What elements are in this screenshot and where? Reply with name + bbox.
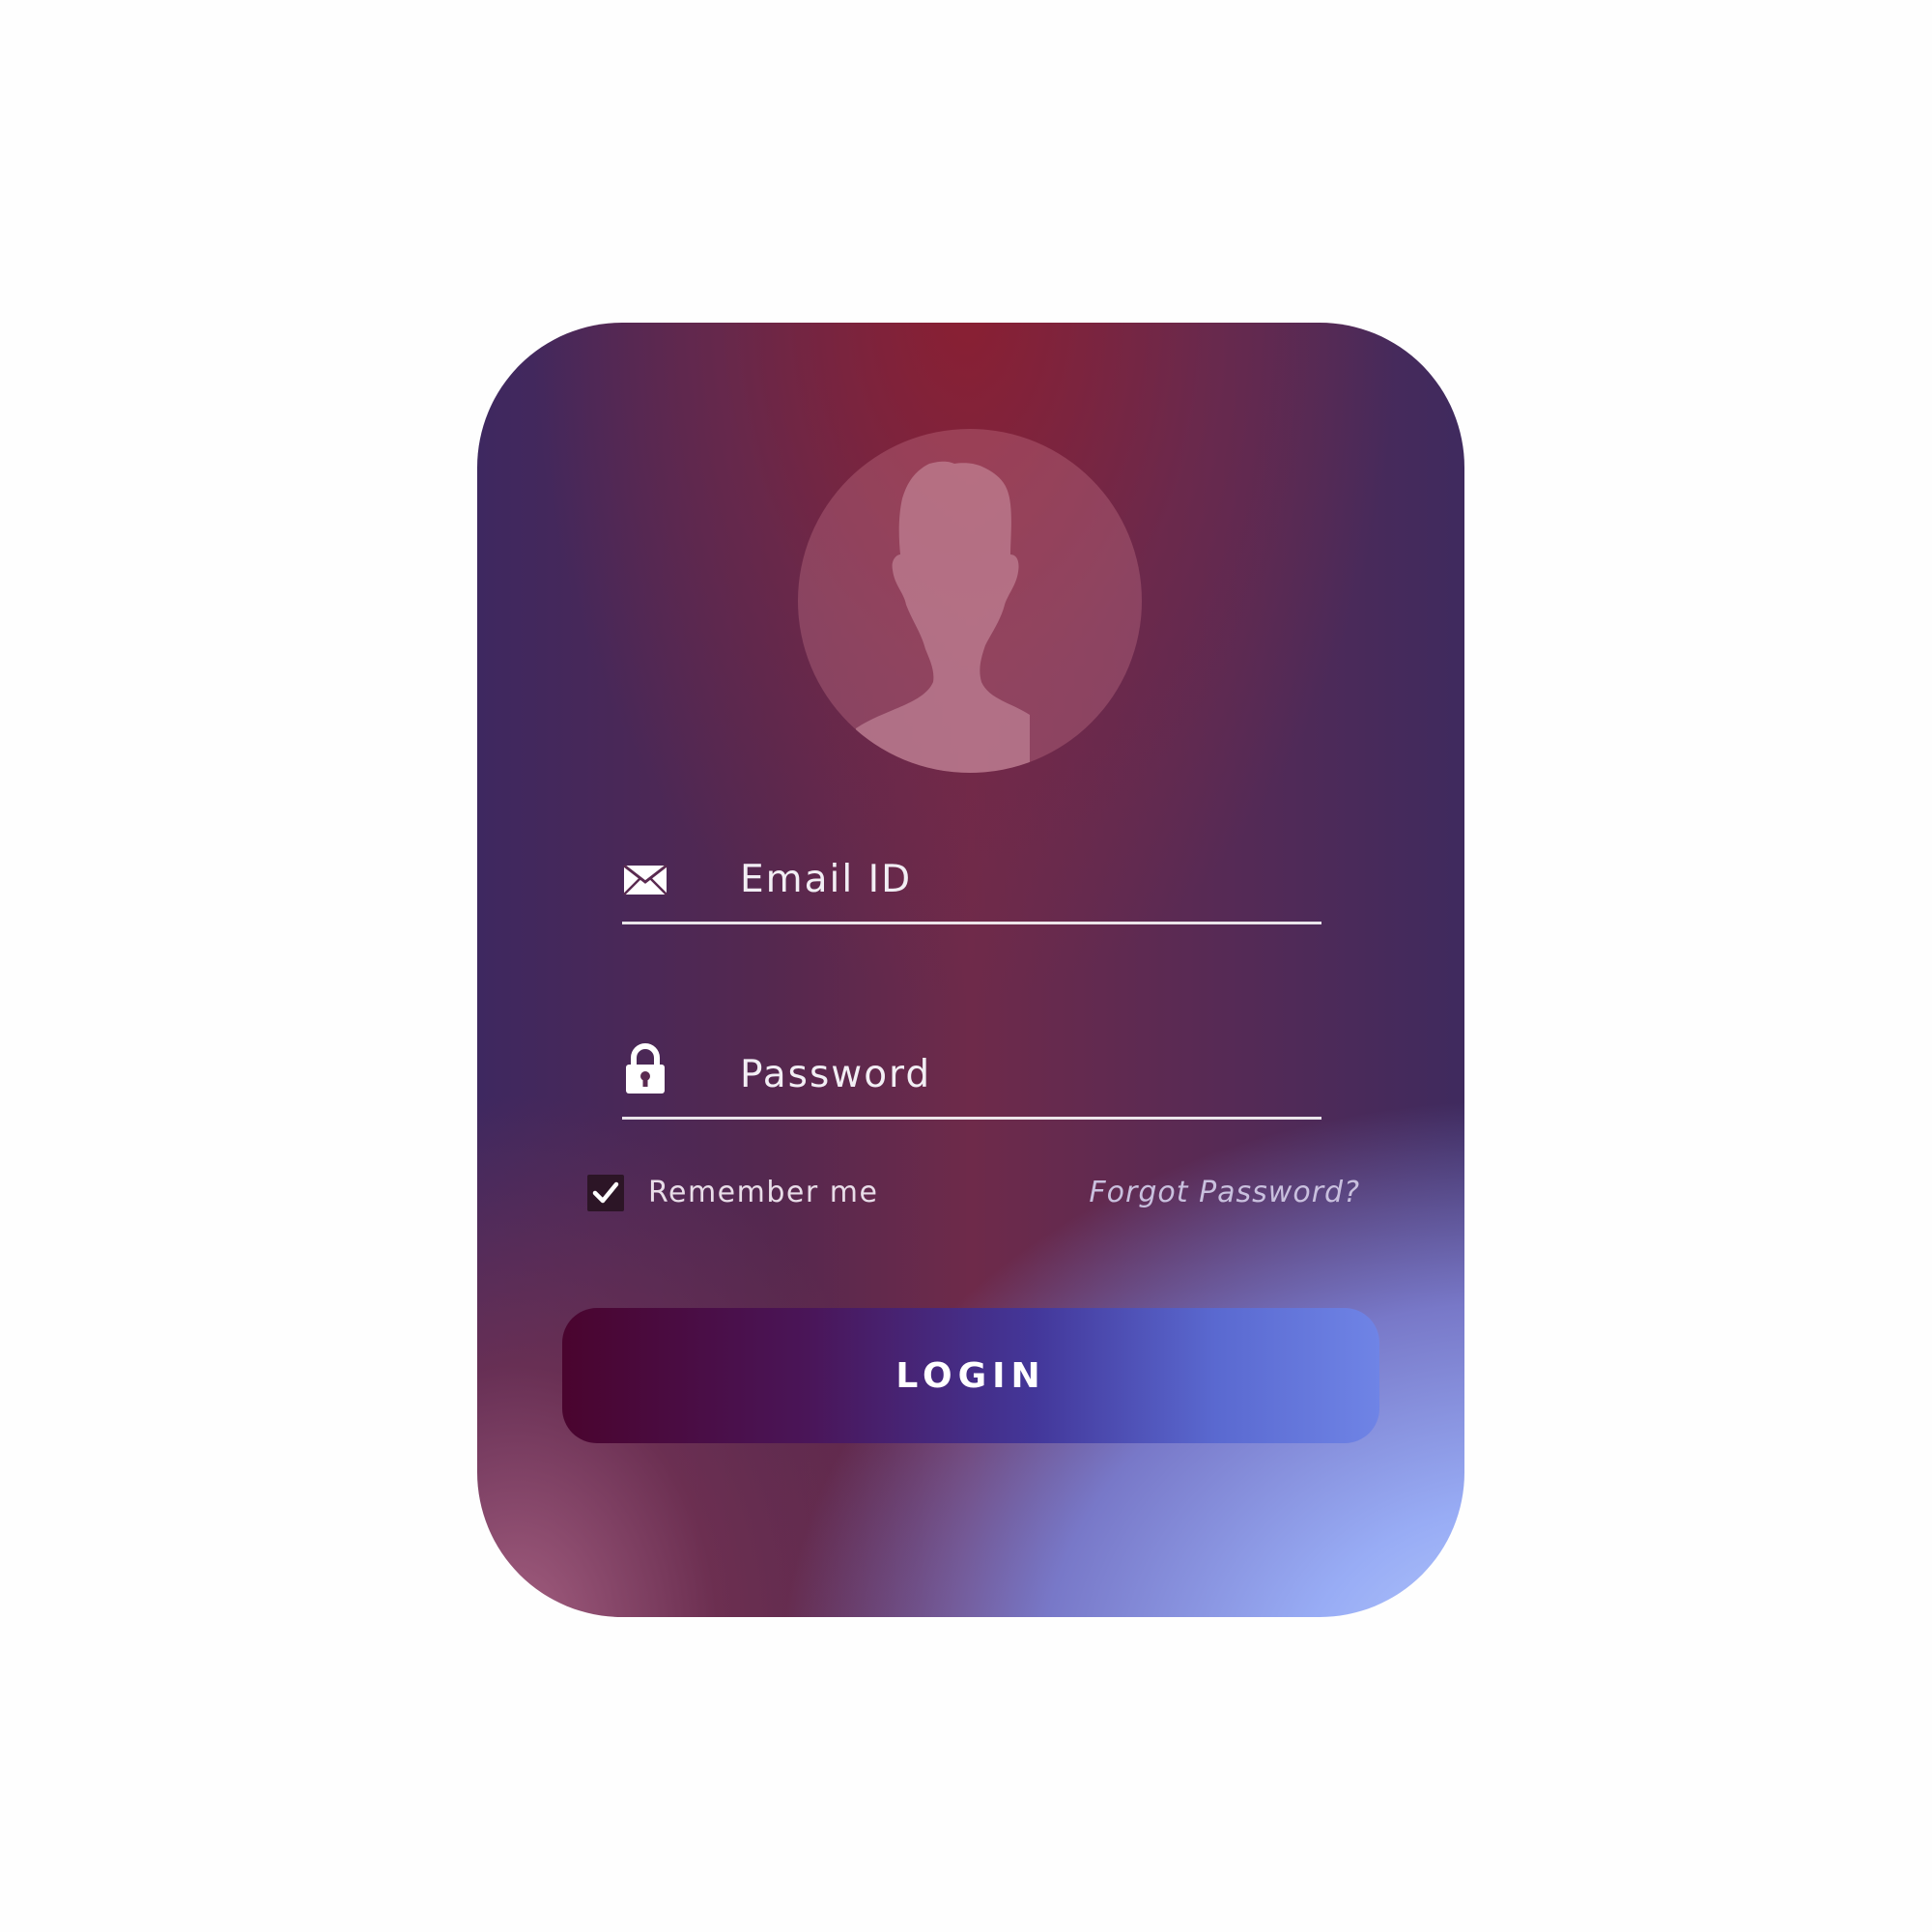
avatar (798, 429, 1142, 773)
password-field (622, 999, 1321, 1120)
forgot-password-link[interactable]: Forgot Password? (1089, 1176, 1360, 1209)
email-input[interactable] (740, 850, 1300, 908)
checkmark-icon (592, 1181, 619, 1204)
envelope-icon (622, 848, 668, 898)
login-options: Remember me Forgot Password? (587, 1173, 1360, 1215)
email-field (622, 815, 1321, 924)
lock-icon (622, 1043, 668, 1094)
remember-me-checkbox[interactable] (587, 1175, 624, 1211)
remember-me-label[interactable]: Remember me (648, 1176, 878, 1209)
user-silhouette-icon (856, 461, 1030, 773)
login-button[interactable]: LOGIN (562, 1308, 1379, 1443)
login-card: Remember me Forgot Password? LOGIN (477, 323, 1464, 1617)
password-input[interactable] (740, 1045, 1300, 1103)
